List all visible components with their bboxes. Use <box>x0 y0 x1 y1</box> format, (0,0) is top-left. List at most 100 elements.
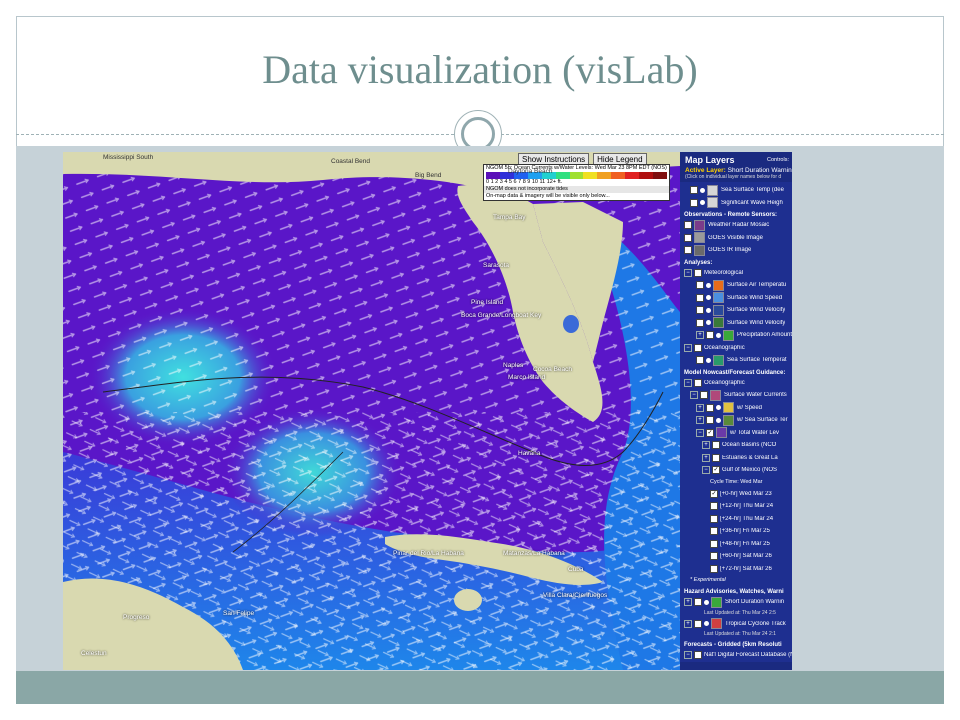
layer-row[interactable]: − Nat'l Digital Forecast Database (N <box>680 649 792 662</box>
layer-row[interactable]: Significant Wave Heigh <box>680 197 792 210</box>
layer-label[interactable]: [+24-hr] Thu Mar 24 <box>720 516 773 522</box>
layer-row[interactable]: − Oceanographic <box>680 377 792 390</box>
expand-icon[interactable]: + <box>696 403 704 412</box>
layer-row[interactable]: Sea Surface Temperat <box>680 354 792 367</box>
layer-radio[interactable] <box>716 332 721 338</box>
layer-label[interactable]: Surface Water Currents <box>724 392 787 398</box>
layer-row[interactable]: GOES Visible Image <box>680 232 792 245</box>
layer-row[interactable]: − Surface Water Currents <box>680 389 792 402</box>
layer-row[interactable]: + Tropical Cyclone Track <box>680 618 792 631</box>
expand-icon[interactable]: + <box>696 331 704 340</box>
panel-controls-link[interactable]: Controls: <box>767 157 789 163</box>
layer-checkbox[interactable] <box>694 343 702 352</box>
layer-label[interactable]: [+72-hr] Sat Mar 26 <box>720 566 772 572</box>
layer-checkbox[interactable] <box>710 552 718 561</box>
layer-row[interactable]: [+24-hr] Thu Mar 24 <box>680 513 792 526</box>
layer-checkbox[interactable]: ✓ <box>706 428 714 437</box>
expand-icon[interactable]: + <box>684 598 692 607</box>
layer-radio[interactable] <box>716 405 721 411</box>
collapse-icon[interactable]: − <box>690 391 698 400</box>
layer-label[interactable]: GOES Visible Image <box>708 235 763 241</box>
layer-row[interactable]: + Short Duration Warnin <box>680 596 792 609</box>
layer-label[interactable]: GOES IR Image <box>708 247 751 253</box>
expand-icon[interactable]: + <box>684 619 692 628</box>
layer-checkbox[interactable] <box>684 233 692 242</box>
layer-checkbox[interactable] <box>706 331 714 340</box>
layer-checkbox[interactable] <box>684 221 692 230</box>
layer-label[interactable]: [+0-hr] Wed Mar 23 <box>720 491 772 497</box>
layer-row[interactable]: ✓ [+0-hr] Wed Mar 23 <box>680 488 792 501</box>
layer-checkbox[interactable] <box>690 186 698 195</box>
layer-label[interactable]: Oceanographic <box>704 380 745 386</box>
layer-label[interactable]: Surface Wind Velocity <box>727 320 785 326</box>
layer-label[interactable]: Significant Wave Heigh <box>721 200 783 206</box>
layer-checkbox[interactable] <box>706 416 714 425</box>
layer-checkbox[interactable] <box>696 293 704 302</box>
layer-checkbox[interactable] <box>696 306 704 315</box>
expand-icon[interactable]: + <box>696 416 704 425</box>
layer-radio[interactable] <box>700 187 705 193</box>
layer-label[interactable]: [+60-hr] Sat Mar 26 <box>720 553 772 559</box>
layer-label[interactable]: w/ Sea Surface Ter <box>737 417 788 423</box>
layer-row[interactable]: [+72-hr] Sat Mar 26 <box>680 563 792 576</box>
layer-row[interactable]: [+48-hr] Fri Mar 25 <box>680 538 792 551</box>
layer-label[interactable]: Ocean Basins (NCO <box>722 442 776 448</box>
collapse-icon[interactable]: − <box>684 651 692 660</box>
layer-checkbox[interactable] <box>712 441 720 450</box>
layer-row[interactable]: Surface Wind Velocity <box>680 304 792 317</box>
layer-label[interactable]: Sea Surface Temperat <box>727 357 787 363</box>
layer-row[interactable]: Sea Surface Temp (dee <box>680 184 792 197</box>
layer-checkbox[interactable] <box>694 598 702 607</box>
layer-row[interactable]: + Precipitation Amount <box>680 329 792 342</box>
layer-checkbox[interactable] <box>710 539 718 548</box>
layer-label[interactable]: w/ Total Water Lev <box>730 430 779 436</box>
layer-checkbox[interactable] <box>710 502 718 511</box>
layer-row[interactable]: [+36-hr] Fri Mar 25 <box>680 525 792 538</box>
collapse-icon[interactable]: − <box>684 343 692 352</box>
layer-checkbox[interactable] <box>694 378 702 387</box>
collapse-icon[interactable]: − <box>684 378 692 387</box>
layer-checkbox[interactable] <box>710 527 718 536</box>
layer-radio[interactable] <box>700 200 705 206</box>
layer-row[interactable]: − Oceanographic <box>680 342 792 355</box>
layer-row[interactable]: − Meteorological <box>680 267 792 280</box>
layer-checkbox[interactable] <box>706 403 714 412</box>
layer-checkbox[interactable] <box>694 651 702 660</box>
layer-checkbox[interactable] <box>694 619 702 628</box>
layer-label[interactable]: Surface Wind Speed <box>727 295 782 301</box>
layer-label[interactable]: Gulf of Mexico (NOS <box>722 467 777 473</box>
layer-label[interactable]: [+48-hr] Fri Mar 25 <box>720 541 770 547</box>
layer-checkbox[interactable] <box>696 318 704 327</box>
layer-label[interactable]: Surface Air Temperatu <box>727 282 786 288</box>
layer-radio[interactable] <box>706 320 711 326</box>
layer-row[interactable]: Weather Radar Mosaic <box>680 219 792 232</box>
layer-row[interactable]: − ✓ Gulf of Mexico (NOS <box>680 464 792 477</box>
layer-radio[interactable] <box>704 599 709 605</box>
layer-label[interactable]: Precipitation Amount <box>737 332 792 338</box>
layer-row[interactable]: + Estuaries & Great La <box>680 452 792 465</box>
layer-radio[interactable] <box>716 417 721 423</box>
layer-label[interactable]: w/ Speed <box>737 405 762 411</box>
layer-checkbox[interactable] <box>710 564 718 573</box>
collapse-icon[interactable]: − <box>696 428 704 437</box>
layer-checkbox[interactable]: ✓ <box>712 466 720 475</box>
layer-label[interactable]: Surface Wind Velocity <box>727 307 785 313</box>
layer-row[interactable]: Surface Wind Speed <box>680 292 792 305</box>
layer-label[interactable]: [+36-hr] Fri Mar 25 <box>720 528 770 534</box>
layer-label[interactable]: Tropical Cyclone Track <box>725 621 786 627</box>
expand-icon[interactable]: + <box>702 453 710 462</box>
layer-checkbox[interactable] <box>684 246 692 255</box>
layer-label[interactable]: Estuaries & Great La <box>722 455 778 461</box>
layer-row[interactable]: − ✓ w/ Total Water Lev <box>680 427 792 440</box>
layer-checkbox[interactable] <box>696 281 704 290</box>
layer-radio[interactable] <box>704 621 709 627</box>
layer-radio[interactable] <box>706 282 711 288</box>
layer-label[interactable]: Oceanographic <box>704 345 745 351</box>
expand-icon[interactable]: + <box>702 441 710 450</box>
layer-label[interactable]: Nat'l Digital Forecast Database (N <box>704 652 792 658</box>
layer-row[interactable]: + w/ Speed <box>680 402 792 415</box>
layer-checkbox[interactable] <box>694 268 702 277</box>
layer-checkbox[interactable] <box>696 356 704 365</box>
collapse-icon[interactable]: − <box>684 268 692 277</box>
layer-checkbox[interactable]: ✓ <box>710 489 718 498</box>
